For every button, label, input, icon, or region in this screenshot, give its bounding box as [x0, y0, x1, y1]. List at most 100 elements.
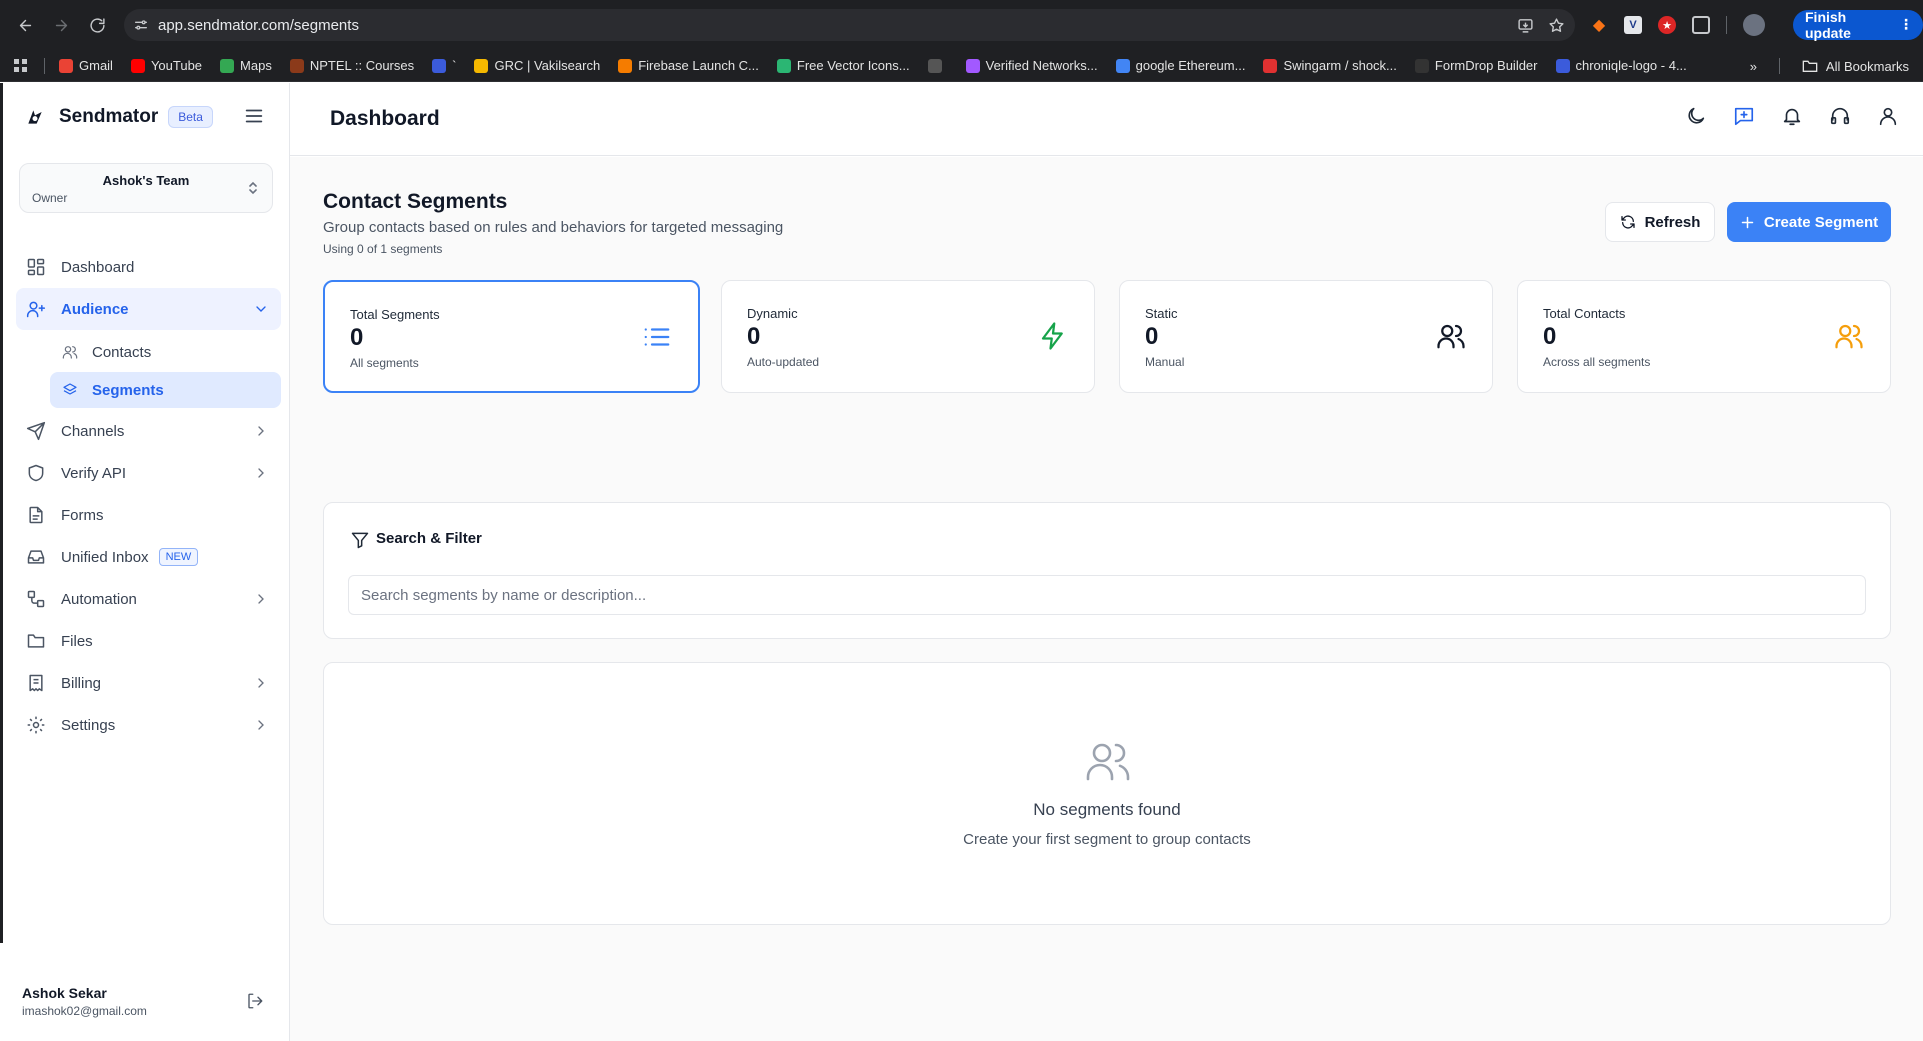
refresh-icon — [1620, 215, 1635, 229]
page-title: Contact Segments — [323, 190, 508, 213]
red-extension-icon[interactable]: ★ — [1658, 16, 1676, 34]
bookmark-item[interactable]: FormDrop Builder — [1414, 58, 1538, 73]
chevron-right-icon — [258, 720, 264, 730]
sidebar-item-files[interactable]: Files — [16, 620, 281, 662]
bookmark-favicon-icon — [59, 58, 73, 73]
bookmark-label: GRC | Vakilsearch — [494, 58, 601, 73]
bookmark-label: Maps — [240, 58, 272, 73]
bookmark-favicon-icon — [1263, 58, 1278, 73]
bookmark-item[interactable]: google Ethereum... — [1115, 58, 1245, 73]
sidebar-item-billing[interactable]: Billing — [16, 662, 281, 704]
metamask-extension-icon[interactable]: ◆ — [1590, 16, 1608, 34]
sidebar-item-channels[interactable]: Channels — [16, 410, 281, 452]
bookmark-item[interactable]: Swingarm / shock... — [1263, 58, 1397, 73]
bookmark-item[interactable]: Firebase Launch C... — [618, 58, 759, 73]
shield-icon — [28, 464, 44, 482]
bell-icon[interactable] — [1781, 105, 1803, 127]
site-info-icon[interactable] — [124, 9, 158, 41]
reload-icon — [89, 17, 105, 33]
folder-icon — [1802, 60, 1818, 72]
bookmark-item[interactable]: Free Vector Icons... — [776, 58, 910, 73]
stat-label: Total Segments — [350, 307, 440, 322]
new-badge: NEW — [158, 548, 199, 566]
bookmark-item[interactable]: Gmail — [59, 58, 113, 73]
stat-card-dynamic[interactable]: Dynamic 0 Auto-updated — [721, 280, 1095, 393]
user-profile: Ashok Sekar imashok02@gmail.com — [19, 977, 274, 1027]
bookmark-item[interactable]: NPTEL :: Courses — [289, 58, 415, 73]
browser-toolbar: app.sendmator.com/segments ◆ V ★ Finish … — [0, 0, 1923, 50]
stat-description: All segments — [350, 356, 419, 370]
arrow-right-icon — [55, 19, 67, 31]
extensions-puzzle-icon[interactable] — [1692, 16, 1710, 34]
bookmark-item[interactable]: GRC | Vakilsearch — [474, 58, 600, 73]
sidebar-item-forms[interactable]: Forms — [16, 494, 281, 536]
bookmark-favicon-icon — [130, 58, 145, 73]
url-text: app.sendmator.com/segments — [158, 16, 359, 34]
chevron-right-icon — [258, 468, 264, 478]
forward-button[interactable] — [46, 10, 76, 40]
sidebar-item-settings[interactable]: Settings — [16, 704, 281, 746]
brand[interactable]: Sendmator Beta — [25, 102, 213, 132]
bookmark-label: NPTEL :: Courses — [309, 58, 415, 73]
bookmark-label: ` — [452, 58, 457, 73]
bookmark-item[interactable]: ` — [432, 58, 456, 73]
sidebar-item-unified-inbox[interactable]: Unified Inbox NEW — [16, 536, 281, 578]
all-bookmarks-button[interactable]: All Bookmarks — [1802, 59, 1909, 74]
segment-usage: Using 0 of 1 segments — [323, 242, 443, 256]
bookmark-item[interactable]: Maps — [220, 58, 272, 73]
apps-grid-icon[interactable] — [12, 57, 30, 75]
user-icon[interactable] — [1877, 105, 1899, 127]
stat-label: Total Contacts — [1543, 306, 1626, 321]
reload-button[interactable] — [82, 10, 112, 40]
moon-icon[interactable] — [1685, 105, 1707, 127]
sidebar-nav: Dashboard Audience Contacts Segments Cha… — [16, 246, 281, 746]
profile-avatar[interactable] — [1743, 14, 1765, 36]
arrow-left-icon — [19, 19, 31, 31]
sidebar-item-automation[interactable]: Automation — [16, 578, 281, 620]
install-app-icon[interactable] — [1517, 17, 1534, 34]
sidebar-item-verify-api[interactable]: Verify API — [16, 452, 281, 494]
filter-title: Search & Filter — [376, 530, 482, 547]
menu-icon[interactable] — [243, 105, 265, 127]
users-icon — [1437, 324, 1465, 349]
sidebar-item-segments[interactable]: Segments — [50, 372, 281, 408]
sidebar-item-contacts[interactable]: Contacts — [50, 334, 281, 370]
search-input[interactable] — [348, 575, 1866, 615]
v-extension-icon[interactable]: V — [1624, 16, 1642, 34]
bookmark-label: Firebase Launch C... — [638, 58, 759, 73]
bookmark-item[interactable]: chroniqle-logo - 4... — [1555, 58, 1687, 73]
refresh-button[interactable]: Refresh — [1605, 202, 1715, 242]
bookmark-favicon-icon — [618, 58, 633, 73]
more-vert-icon: ⋮ — [1899, 16, 1913, 32]
finish-update-button[interactable]: Finish update ⋮ — [1793, 9, 1923, 41]
stat-description: Across all segments — [1543, 355, 1651, 369]
chevron-right-icon — [258, 594, 264, 604]
stat-card-total-contacts[interactable]: Total Contacts 0 Across all segments — [1517, 280, 1891, 393]
back-button[interactable] — [10, 10, 40, 40]
stat-card-total-segments[interactable]: Total Segments 0 All segments — [323, 280, 700, 393]
chevrons-up-down-icon — [249, 181, 257, 195]
user-email: imashok02@gmail.com — [22, 1004, 147, 1018]
sidebar-item-dashboard[interactable]: Dashboard — [16, 246, 281, 288]
chevron-right-icon — [258, 426, 264, 436]
bookmark-star-icon[interactable] — [1548, 17, 1565, 34]
bookmark-label: YouTube — [150, 58, 203, 73]
headphones-icon[interactable] — [1829, 105, 1851, 127]
feedback-message-icon[interactable] — [1733, 105, 1755, 127]
bookmark-item[interactable]: YouTube — [130, 58, 203, 73]
stat-card-static[interactable]: Static 0 Manual — [1119, 280, 1493, 393]
bookmark-favicon-icon — [432, 58, 447, 73]
bookmark-item[interactable] — [927, 58, 948, 73]
create-segment-button[interactable]: Create Segment — [1727, 202, 1891, 242]
bookmark-item[interactable]: Verified Networks... — [965, 58, 1098, 73]
more-bookmarks-button[interactable]: » — [1750, 59, 1757, 74]
logout-icon[interactable] — [246, 992, 264, 1010]
bookmark-label: Free Vector Icons... — [796, 58, 910, 73]
team-switcher[interactable]: Ashok's Team Owner — [19, 163, 273, 213]
filter-icon — [351, 532, 369, 549]
lightning-icon — [1041, 322, 1063, 350]
address-bar[interactable]: app.sendmator.com/segments — [124, 9, 1575, 41]
sidebar-item-audience[interactable]: Audience — [16, 288, 281, 330]
search-filter-card: Search & Filter — [323, 502, 1891, 639]
stat-value: 0 — [1145, 323, 1159, 350]
